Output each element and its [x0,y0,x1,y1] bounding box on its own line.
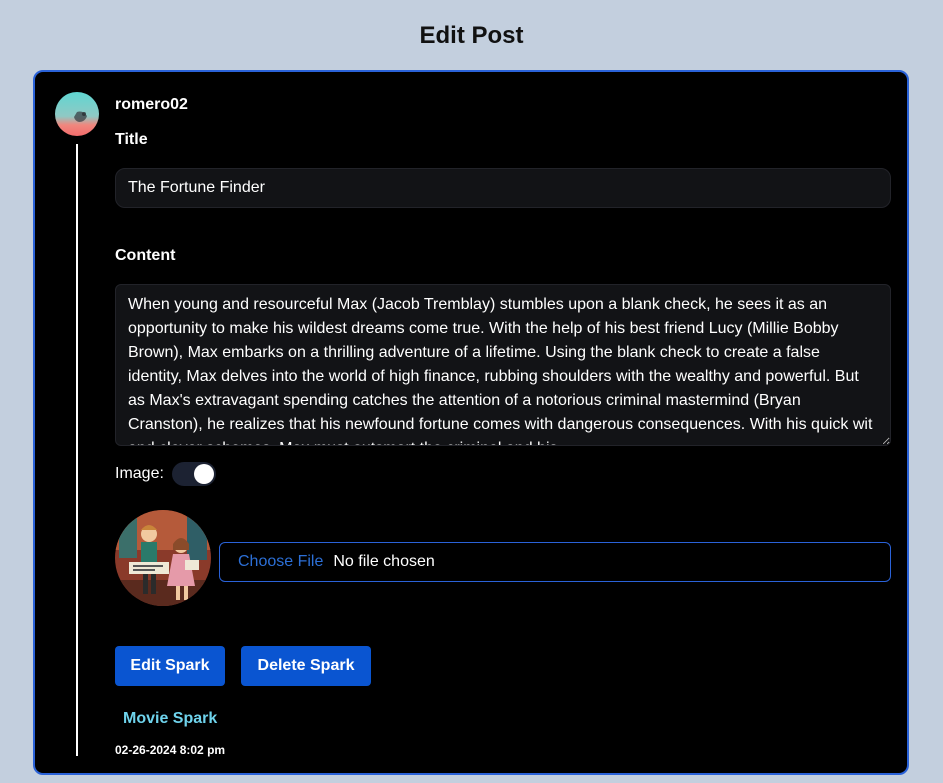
avatar[interactable] [55,92,99,136]
title-input[interactable] [115,168,891,208]
thread-line [76,144,78,756]
post-image-illustration [115,510,211,606]
image-toggle[interactable] [171,462,216,486]
image-toggle-row: Image: [115,460,216,488]
delete-spark-button[interactable]: Delete Spark [241,646,371,686]
toggle-knob [193,464,214,484]
username[interactable]: romero02 [115,95,188,115]
image-label: Image: [115,465,164,482]
file-input[interactable]: Choose File No file chosen [219,542,891,582]
file-status: No file chosen [333,553,435,570]
post-card: romero02 Title Content When young and re… [33,70,909,775]
content-textarea[interactable]: When young and resourceful Max (Jacob Tr… [115,284,891,446]
edit-spark-button[interactable]: Edit Spark [115,646,225,686]
title-label: Title [115,131,148,148]
post-image [115,510,211,606]
choose-file-button[interactable]: Choose File [238,553,323,571]
avatar-image [55,92,99,136]
category-link[interactable]: Movie Spark [123,709,217,729]
page-title: Edit Post [419,22,524,49]
timestamp: 02-26-2024 8:02 pm [115,743,226,757]
content-label: Content [115,247,176,264]
